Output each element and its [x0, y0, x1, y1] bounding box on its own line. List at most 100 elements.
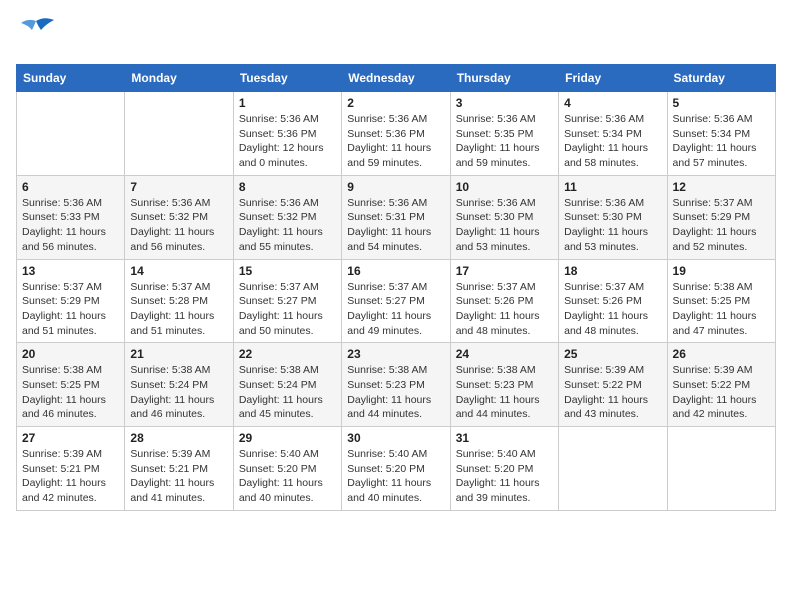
day-info: Sunrise: 5:36 AMSunset: 5:34 PMDaylight:… [564, 112, 661, 171]
day-info: Sunrise: 5:38 AMSunset: 5:23 PMDaylight:… [347, 363, 444, 422]
calendar-cell: 15 Sunrise: 5:37 AMSunset: 5:27 PMDayligh… [233, 259, 341, 343]
sunrise-text: Sunrise: 5:38 AM [239, 363, 336, 378]
sunrise-text: Sunrise: 5:39 AM [130, 447, 227, 462]
sunset-text: Sunset: 5:35 PM [456, 127, 553, 142]
day-number: 3 [456, 96, 553, 110]
daylight-text: Daylight: 11 hours and 53 minutes. [456, 225, 553, 254]
sunrise-text: Sunrise: 5:37 AM [456, 280, 553, 295]
day-number: 7 [130, 180, 227, 194]
calendar-cell: 22Sunrise: 5:38 AMSunset: 5:24 PMDayligh… [233, 343, 341, 427]
day-info: Sunrise: 5:37 AMSunset: 5:26 PMDaylight:… [456, 280, 553, 339]
daylight-text: Daylight: 11 hours and 42 minutes. [673, 393, 770, 422]
day-number: 5 [673, 96, 770, 110]
header-day-sunday: Sunday [17, 65, 125, 92]
logo [16, 16, 60, 52]
daylight-text: Daylight: 11 hours and 40 minutes. [239, 476, 336, 505]
sunset-text: Sunset: 5:30 PM [456, 210, 553, 225]
day-info: Sunrise: 5:38 AMSunset: 5:24 PMDaylight:… [239, 363, 336, 422]
sunrise-text: Sunrise: 5:36 AM [130, 196, 227, 211]
sunrise-text: Sunrise: 5:38 AM [130, 363, 227, 378]
day-info: Sunrise: 5:36 AMSunset: 5:36 PMDaylight:… [347, 112, 444, 171]
day-info: Sunrise: 5:38 AMSunset: 5:24 PMDaylight:… [130, 363, 227, 422]
calendar-cell: 7 Sunrise: 5:36 AMSunset: 5:32 PMDaylight… [125, 175, 233, 259]
daylight-text: Daylight: 11 hours and 41 minutes. [130, 476, 227, 505]
calendar-cell: 14Sunrise: 5:37 AMSunset: 5:28 PMDayligh… [125, 259, 233, 343]
day-info: Sunrise: 5:37 AMSunset: 5:27 PMDaylight:… [347, 280, 444, 339]
calendar-cell: 12Sunrise: 5:37 AMSunset: 5:29 PMDayligh… [667, 175, 775, 259]
calendar-cell: 11Sunrise: 5:36 AMSunset: 5:30 PMDayligh… [559, 175, 667, 259]
sunset-text: Sunset: 5:36 PM [347, 127, 444, 142]
sunset-text: Sunset: 5:21 PM [22, 462, 119, 477]
sunset-text: Sunset: 5:27 PM [239, 294, 336, 309]
header-day-tuesday: Tuesday [233, 65, 341, 92]
daylight-text: Daylight: 11 hours and 52 minutes. [673, 225, 770, 254]
sunset-text: Sunset: 5:32 PM [130, 210, 227, 225]
calendar-cell: 19Sunrise: 5:38 AMSunset: 5:25 PMDayligh… [667, 259, 775, 343]
calendar-cell: 20Sunrise: 5:38 AMSunset: 5:25 PMDayligh… [17, 343, 125, 427]
header-row: SundayMondayTuesdayWednesdayThursdayFrid… [17, 65, 776, 92]
daylight-text: Daylight: 11 hours and 54 minutes. [347, 225, 444, 254]
daylight-text: Daylight: 11 hours and 44 minutes. [456, 393, 553, 422]
day-info: Sunrise: 5:37 AMSunset: 5:29 PMDaylight:… [673, 196, 770, 255]
sunset-text: Sunset: 5:34 PM [673, 127, 770, 142]
calendar-cell: 10Sunrise: 5:36 AMSunset: 5:30 PMDayligh… [450, 175, 558, 259]
calendar-week-1: 1Sunrise: 5:36 AMSunset: 5:36 PMDaylight… [17, 92, 776, 176]
day-number: 8 [239, 180, 336, 194]
sunset-text: Sunset: 5:26 PM [564, 294, 661, 309]
sunset-text: Sunset: 5:22 PM [564, 378, 661, 393]
sunset-text: Sunset: 5:23 PM [456, 378, 553, 393]
day-number: 17 [456, 264, 553, 278]
daylight-text: Daylight: 11 hours and 59 minutes. [456, 141, 553, 170]
sunrise-text: Sunrise: 5:40 AM [239, 447, 336, 462]
day-number: 27 [22, 431, 119, 445]
day-number: 15 [239, 264, 336, 278]
day-info: Sunrise: 5:36 AMSunset: 5:34 PMDaylight:… [673, 112, 770, 171]
day-number: 30 [347, 431, 444, 445]
daylight-text: Daylight: 11 hours and 39 minutes. [456, 476, 553, 505]
sunrise-text: Sunrise: 5:36 AM [456, 196, 553, 211]
day-number: 20 [22, 347, 119, 361]
daylight-text: Daylight: 11 hours and 58 minutes. [564, 141, 661, 170]
sunset-text: Sunset: 5:27 PM [347, 294, 444, 309]
calendar-cell: 26Sunrise: 5:39 AMSunset: 5:22 PMDayligh… [667, 343, 775, 427]
sunrise-text: Sunrise: 5:36 AM [564, 196, 661, 211]
calendar-cell: 3Sunrise: 5:36 AMSunset: 5:35 PMDaylight… [450, 92, 558, 176]
daylight-text: Daylight: 11 hours and 43 minutes. [564, 393, 661, 422]
sunset-text: Sunset: 5:31 PM [347, 210, 444, 225]
daylight-text: Daylight: 11 hours and 47 minutes. [673, 309, 770, 338]
day-number: 21 [130, 347, 227, 361]
sunrise-text: Sunrise: 5:36 AM [347, 112, 444, 127]
daylight-text: Daylight: 11 hours and 46 minutes. [130, 393, 227, 422]
sunrise-text: Sunrise: 5:40 AM [456, 447, 553, 462]
calendar-cell: 8Sunrise: 5:36 AMSunset: 5:32 PMDaylight… [233, 175, 341, 259]
day-info: Sunrise: 5:40 AMSunset: 5:20 PMDaylight:… [456, 447, 553, 506]
day-info: Sunrise: 5:36 AMSunset: 5:32 PMDaylight:… [130, 196, 227, 255]
day-number: 28 [130, 431, 227, 445]
day-number: 19 [673, 264, 770, 278]
sunrise-text: Sunrise: 5:38 AM [347, 363, 444, 378]
sunset-text: Sunset: 5:23 PM [347, 378, 444, 393]
daylight-text: Daylight: 11 hours and 56 minutes. [22, 225, 119, 254]
daylight-text: Daylight: 11 hours and 51 minutes. [22, 309, 119, 338]
day-number: 16 [347, 264, 444, 278]
day-info: Sunrise: 5:37 AMSunset: 5:27 PMDaylight:… [239, 280, 336, 339]
sunset-text: Sunset: 5:36 PM [239, 127, 336, 142]
header-day-wednesday: Wednesday [342, 65, 450, 92]
day-info: Sunrise: 5:39 AMSunset: 5:22 PMDaylight:… [673, 363, 770, 422]
day-number: 23 [347, 347, 444, 361]
sunset-text: Sunset: 5:20 PM [239, 462, 336, 477]
calendar-cell: 18Sunrise: 5:37 AMSunset: 5:26 PMDayligh… [559, 259, 667, 343]
daylight-text: Daylight: 11 hours and 50 minutes. [239, 309, 336, 338]
day-info: Sunrise: 5:36 AMSunset: 5:30 PMDaylight:… [564, 196, 661, 255]
day-number: 13 [22, 264, 119, 278]
calendar-week-3: 13Sunrise: 5:37 AMSunset: 5:29 PMDayligh… [17, 259, 776, 343]
calendar-cell: 13Sunrise: 5:37 AMSunset: 5:29 PMDayligh… [17, 259, 125, 343]
sunrise-text: Sunrise: 5:38 AM [456, 363, 553, 378]
day-number: 24 [456, 347, 553, 361]
daylight-text: Daylight: 11 hours and 40 minutes. [347, 476, 444, 505]
calendar-week-5: 27Sunrise: 5:39 AMSunset: 5:21 PMDayligh… [17, 427, 776, 511]
sunset-text: Sunset: 5:20 PM [347, 462, 444, 477]
day-info: Sunrise: 5:39 AMSunset: 5:21 PMDaylight:… [130, 447, 227, 506]
header-day-thursday: Thursday [450, 65, 558, 92]
sunset-text: Sunset: 5:30 PM [564, 210, 661, 225]
